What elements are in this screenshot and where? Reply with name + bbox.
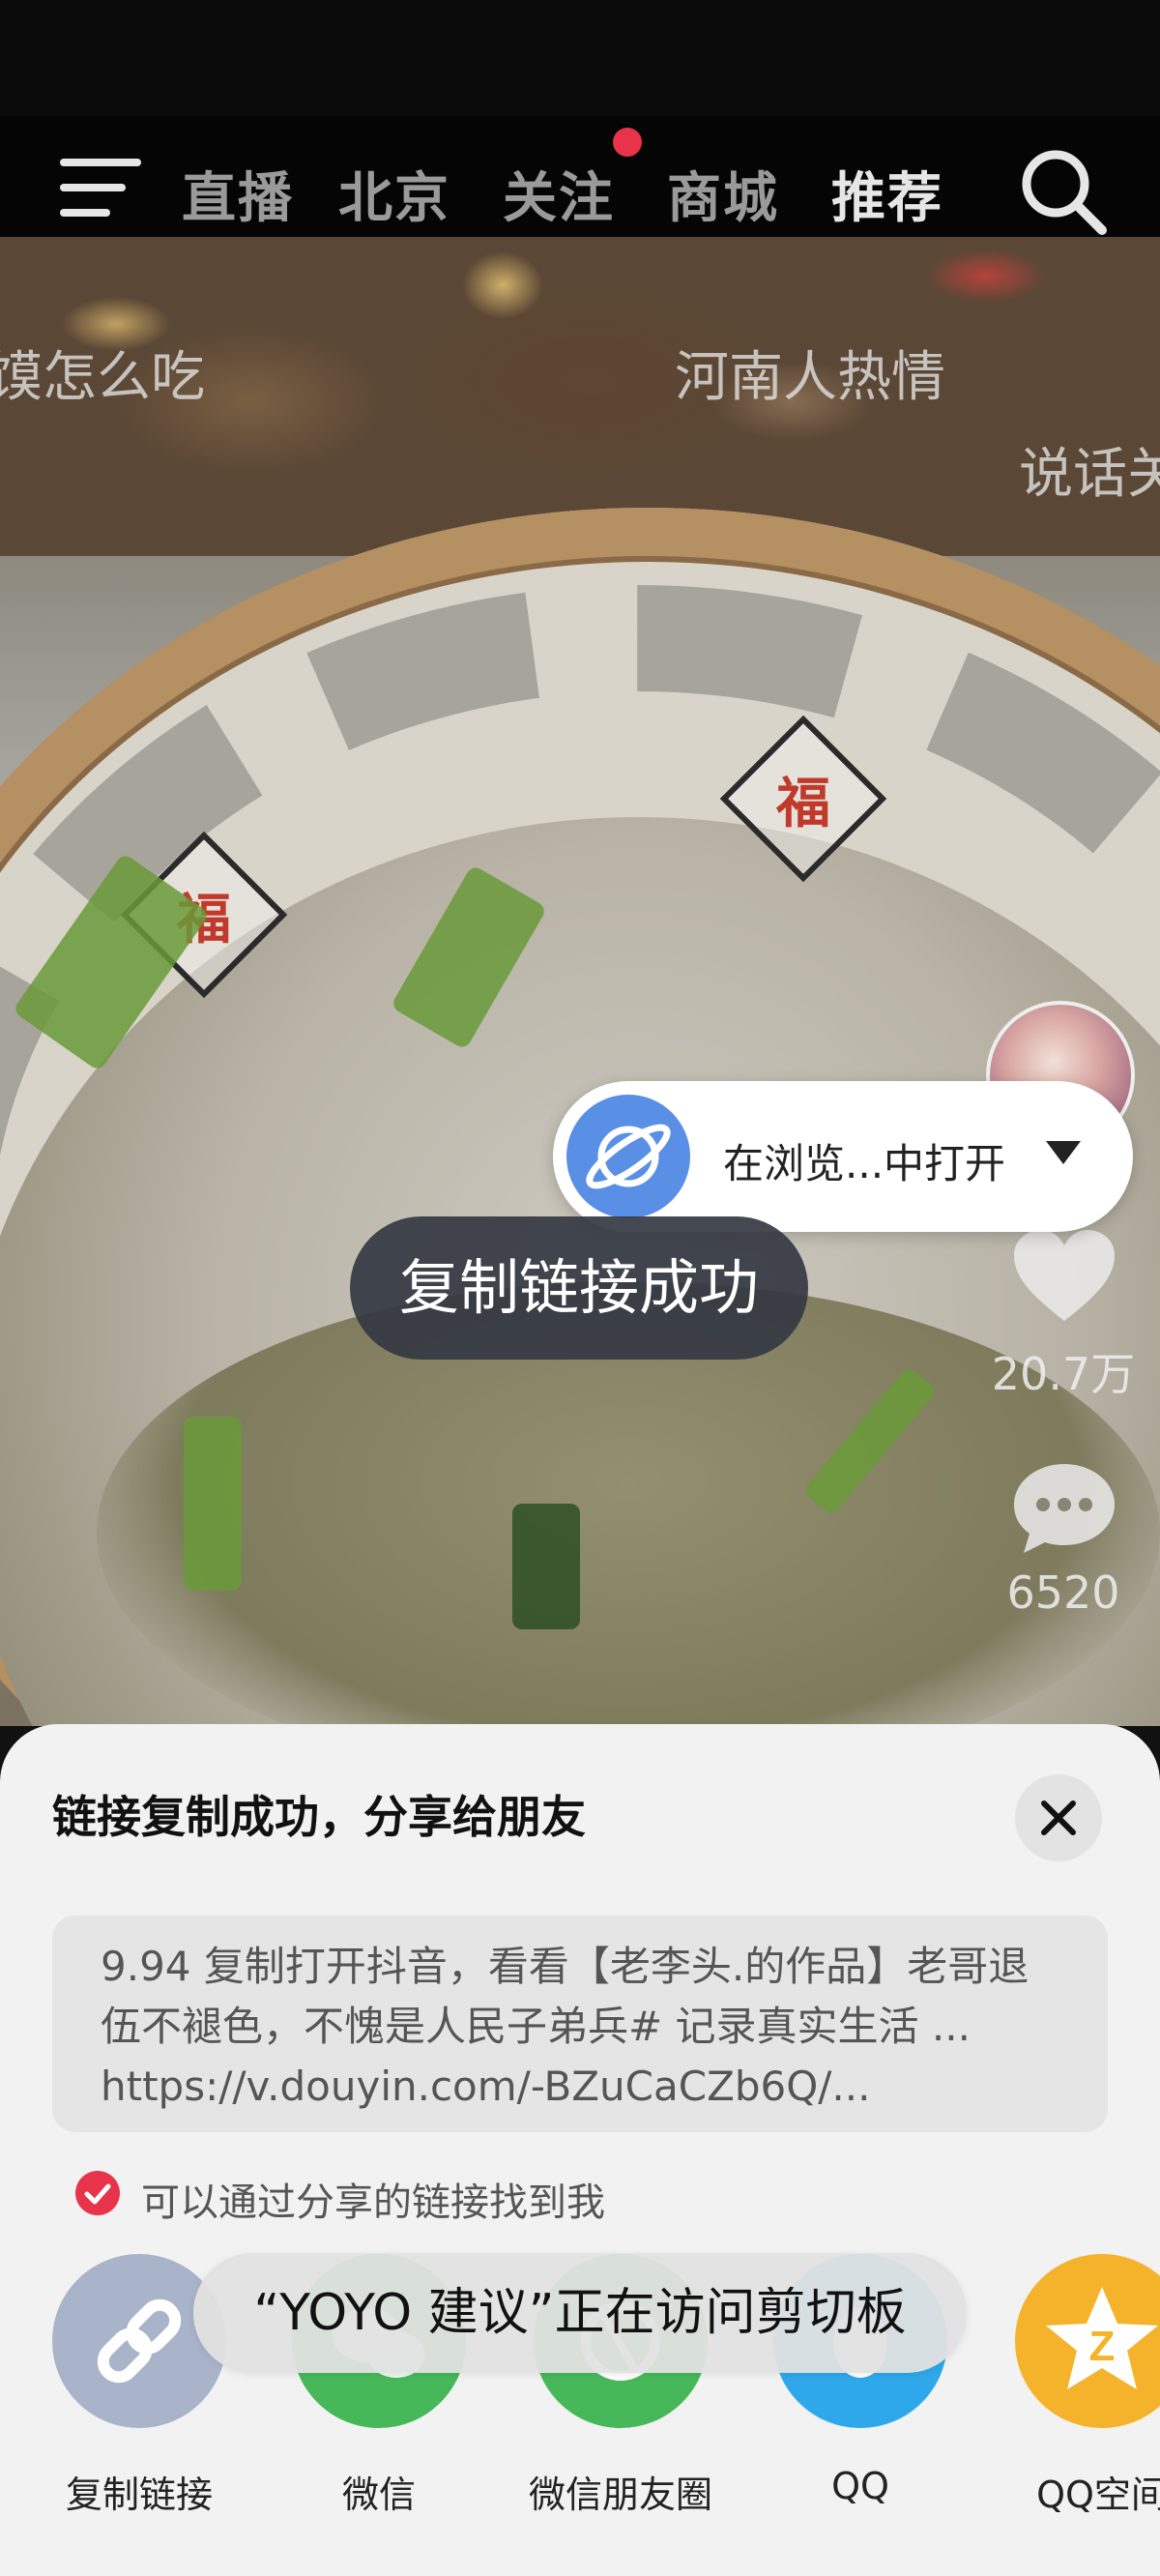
share-sheet: 链接复制成功，分享给朋友 9.94 复制打开抖音，看看【老李头.的作品】老哥退伍… <box>0 1724 1160 2576</box>
tab-beijing[interactable]: 北京 <box>338 155 450 233</box>
share-sheet-title: 链接复制成功，分享给朋友 <box>52 1791 586 1843</box>
overlay-text: 馍怎么吃 <box>0 346 205 409</box>
find-me-label: 可以通过分享的链接找到我 <box>141 2181 605 2225</box>
video-player[interactable]: 福 福 馍怎么吃 河南人热情 说话关 20.7万 6520 <box>0 237 1160 1726</box>
share-label: 微信朋友圈 <box>528 2474 712 2516</box>
comment-icon[interactable] <box>1010 1460 1118 1557</box>
share-link-text: 9.94 复制打开抖音，看看【老李头.的作品】老哥退伍不褪色，不愧是人民子弟兵#… <box>101 1943 1030 2110</box>
svg-text:Z: Z <box>1089 2323 1116 2370</box>
like-count: 20.7万 <box>991 1348 1136 1400</box>
comment-count: 6520 <box>1006 1566 1120 1619</box>
share-label: 复制链接 <box>65 2474 213 2516</box>
heart-icon[interactable] <box>1010 1228 1118 1325</box>
open-in-browser-label: 在浏览...中打开 <box>723 1140 1006 1187</box>
share-label: QQ空间 <box>1036 2474 1160 2516</box>
browser-icon <box>566 1095 690 1218</box>
overlay-text: 说话关 <box>1019 443 1160 506</box>
status-bar <box>0 0 1160 116</box>
share-label: 微信 <box>341 2474 416 2516</box>
qzone-icon: Z <box>1015 2254 1160 2428</box>
share-label: QQ <box>831 2465 889 2507</box>
search-icon[interactable] <box>1017 145 1110 238</box>
overlay-text: 河南人热情 <box>675 346 945 409</box>
close-button[interactable] <box>1015 1774 1102 1861</box>
tab-live[interactable]: 直播 <box>182 155 294 233</box>
menu-icon[interactable] <box>60 155 141 222</box>
clipboard-access-toast: “YOYO 建议”正在访问剪切板 <box>193 2253 967 2373</box>
tab-following[interactable]: 关注 <box>503 155 615 233</box>
share-link-box[interactable]: 9.94 复制打开抖音，看看【老李头.的作品】老哥退伍不褪色，不愧是人民子弟兵#… <box>52 1916 1108 2132</box>
tab-recommend[interactable]: 推荐 <box>831 155 943 233</box>
top-nav: 直播 北京 关注 商城 推荐 <box>0 116 1160 246</box>
notification-dot <box>613 128 642 157</box>
tab-mall[interactable]: 商城 <box>667 155 779 233</box>
checkbox-checked-icon[interactable] <box>75 2171 120 2215</box>
chevron-down-icon <box>1046 1141 1081 1164</box>
share-qzone[interactable]: Z QQ空间 <box>1015 2254 1160 2516</box>
open-in-browser-button[interactable]: 在浏览...中打开 <box>553 1081 1133 1232</box>
copy-success-toast: 复制链接成功 <box>350 1216 808 1360</box>
close-icon <box>1041 1800 1076 1835</box>
